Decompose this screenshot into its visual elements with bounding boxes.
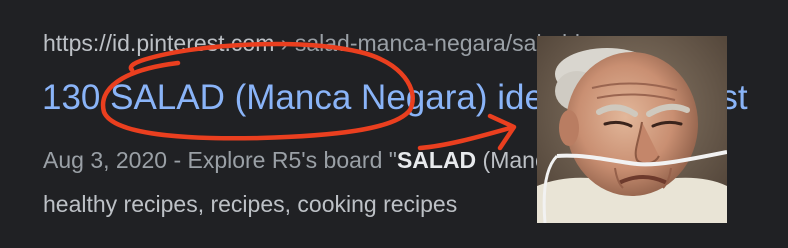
scowling-old-man-image — [537, 36, 727, 223]
result-url-domain: https://id.pinterest.com — [43, 30, 275, 56]
result-url[interactable]: https://id.pinterest.com › salad-manca-n… — [43, 29, 612, 57]
snippet-bold-term: SALAD — [396, 147, 477, 173]
snippet-line2: healthy recipes, recipes, cooking recipe… — [43, 191, 458, 217]
snippet-line1-prefix: Aug 3, 2020 - Explore R5's board " — [43, 147, 397, 173]
reaction-face-image — [537, 36, 727, 223]
result-url-separator: › — [274, 30, 295, 56]
